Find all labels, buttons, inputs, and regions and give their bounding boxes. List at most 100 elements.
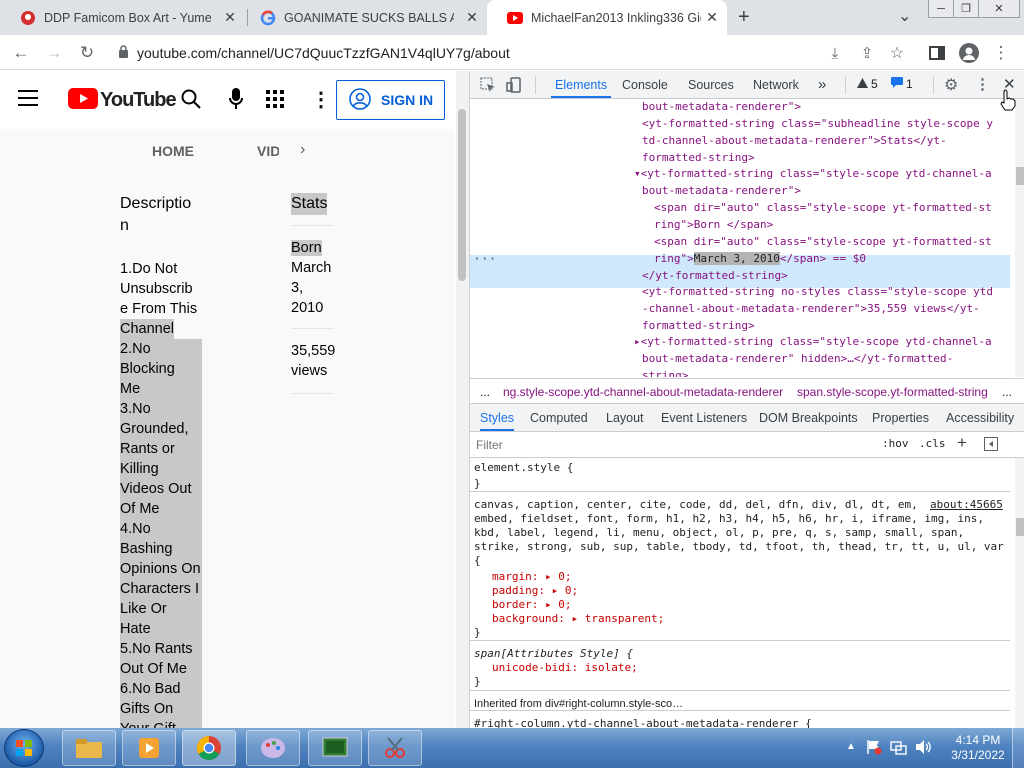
microphone-icon[interactable]: [229, 88, 243, 113]
subtab-properties[interactable]: Properties: [872, 404, 929, 432]
styles-scrollbar[interactable]: [1015, 458, 1024, 728]
messages-counter[interactable]: 1: [891, 77, 913, 91]
file-explorer-taskbar-icon[interactable]: [62, 730, 116, 766]
dom-line[interactable]: -channel-about-metadata-renderer">35,559…: [642, 301, 980, 318]
dom-line[interactable]: td-channel-about-metadata-renderer">Stat…: [642, 133, 947, 150]
tab-search-chevron-icon[interactable]: ⌄: [898, 6, 911, 26]
terminal-taskbar-icon[interactable]: [308, 730, 362, 766]
maximize-window-button[interactable]: ❐: [953, 0, 979, 18]
subtab-event-listeners[interactable]: Event Listeners: [661, 404, 747, 432]
search-icon[interactable]: [181, 89, 201, 112]
show-hidden-icons-chevron-icon[interactable]: ▲: [846, 741, 856, 752]
devtools-tab-console[interactable]: Console: [622, 71, 668, 99]
chrome-taskbar-icon[interactable]: [182, 730, 236, 766]
paint-taskbar-icon[interactable]: [246, 730, 300, 766]
reload-icon[interactable]: ↻: [76, 42, 98, 64]
more-tabs-chevron-icon[interactable]: »: [818, 71, 826, 99]
start-button[interactable]: [4, 729, 44, 767]
breadcrumb-item[interactable]: ng.style-scope.ytd-channel-about-metadat…: [503, 379, 783, 405]
hover-state-toggle[interactable]: :hov: [882, 436, 909, 453]
breadcrumb-ellipsis-left[interactable]: ...: [480, 379, 490, 405]
dom-line[interactable]: bout-metadata-renderer">: [642, 99, 801, 116]
subtab-dom-breakpoints[interactable]: DOM Breakpoints: [759, 404, 858, 432]
settings-gear-icon[interactable]: ⚙: [944, 75, 958, 95]
warnings-counter[interactable]: 5: [857, 77, 878, 91]
bookmark-star-icon[interactable]: ☆: [886, 42, 908, 64]
new-style-rule-icon[interactable]: +: [957, 433, 967, 453]
new-tab-button[interactable]: +: [738, 6, 750, 29]
dom-line[interactable]: bout-metadata-renderer" hidden>…</yt-for…: [642, 351, 953, 368]
toggle-sidebar-icon[interactable]: [984, 437, 998, 454]
more-options-icon[interactable]: ⋮: [311, 87, 331, 112]
show-desktop-button[interactable]: [1012, 728, 1024, 768]
back-arrow-icon[interactable]: ←: [10, 42, 32, 64]
dom-line[interactable]: <yt-formatted-string class="subheadline …: [642, 116, 993, 133]
profile-avatar-icon[interactable]: [958, 42, 980, 64]
class-toggle[interactable]: .cls: [919, 436, 946, 453]
tab-goanimate[interactable]: GOANIMATE SUCKS BALLS AND ✕: [240, 0, 487, 35]
subtab-layout[interactable]: Layout: [606, 404, 644, 432]
style-source-link[interactable]: about:45665: [930, 497, 1003, 514]
dom-line[interactable]: </yt-formatted-string>: [642, 268, 788, 285]
system-clock[interactable]: 4:14 PM 3/31/2022: [948, 733, 1008, 763]
styles-pane[interactable]: element.style {} canvas, caption, center,…: [470, 458, 1010, 728]
dom-line[interactable]: ring">March 3, 2010</span> == $0: [654, 251, 866, 268]
volume-speaker-icon[interactable]: [914, 739, 932, 758]
dom-line[interactable]: ▾<yt-formatted-string class="style-scope…: [634, 166, 992, 183]
devtools-menu-icon[interactable]: ⋮: [975, 75, 990, 93]
close-tab-icon[interactable]: ✕: [223, 10, 237, 24]
dom-line[interactable]: <yt-formatted-string no-styles class="st…: [642, 284, 993, 301]
tab-ddp-famicom[interactable]: DDP Famicom Box Art - Yume Kō ✕: [0, 0, 245, 35]
youtube-scrollbar[interactable]: [456, 71, 469, 728]
breadcrumb-ellipsis-right[interactable]: ...: [1002, 379, 1012, 405]
minimize-window-button[interactable]: ─: [928, 0, 954, 18]
devtools-tab-elements[interactable]: Elements: [551, 71, 612, 98]
side-panel-icon[interactable]: [926, 42, 948, 64]
hamburger-menu-icon[interactable]: [18, 90, 38, 109]
media-player-taskbar-icon[interactable]: [122, 730, 176, 766]
scrollbar-thumb[interactable]: [458, 109, 466, 281]
view-count-line: 35,559: [291, 343, 336, 359]
scrollbar-thumb[interactable]: [1016, 167, 1024, 185]
browser-menu-icon[interactable]: ⋮: [990, 42, 1012, 64]
close-tab-icon[interactable]: ✕: [465, 10, 479, 24]
snipping-tool-taskbar-icon[interactable]: [368, 730, 422, 766]
tab-home[interactable]: HOME: [152, 143, 194, 159]
scrollbar-thumb[interactable]: [1016, 518, 1024, 536]
devtools-tab-sources[interactable]: Sources: [688, 71, 734, 99]
action-center-flag-icon[interactable]: [866, 739, 882, 758]
dom-line[interactable]: string>: [642, 368, 688, 377]
share-icon[interactable]: ⇪: [856, 42, 878, 64]
dom-line[interactable]: <span dir="auto" class="style-scope yt-f…: [654, 200, 992, 217]
close-tab-icon[interactable]: ✕: [705, 10, 719, 24]
dom-line[interactable]: bout-metadata-renderer">: [642, 183, 801, 200]
dom-line[interactable]: ring">Born </span>: [654, 217, 773, 234]
dom-tree[interactable]: ··· bout-metadata-renderer"> <yt-formatte…: [470, 99, 1024, 377]
address-bar[interactable]: youtube.com/channel/UC7dQuucTzzfGAN1V4ql…: [110, 40, 920, 66]
breadcrumb-item-current[interactable]: span.style-scope.yt-formatted-string: [797, 379, 988, 405]
apps-grid-icon[interactable]: [266, 90, 284, 111]
styles-filter-input[interactable]: [476, 436, 856, 454]
subtab-accessibility[interactable]: Accessibility: [946, 404, 1014, 432]
dom-line[interactable]: formatted-string>: [642, 150, 755, 167]
chevron-right-icon[interactable]: ›: [300, 141, 305, 159]
tab-videos[interactable]: VID: [257, 143, 279, 159]
youtube-favicon-icon: [507, 10, 523, 26]
dom-line[interactable]: formatted-string>: [642, 318, 755, 335]
forward-arrow-icon[interactable]: →: [43, 42, 65, 64]
dom-line[interactable]: <span dir="auto" class="style-scope yt-f…: [654, 234, 992, 251]
youtube-logo[interactable]: YouTube: [68, 88, 177, 112]
device-toolbar-icon[interactable]: [506, 77, 522, 96]
tab-youtube-active[interactable]: MichaelFan2013 Inkling336 Gigg ✕: [487, 0, 727, 35]
dom-scrollbar[interactable]: [1015, 99, 1024, 377]
install-app-icon[interactable]: ⤓: [824, 42, 846, 64]
devtools-tab-network[interactable]: Network: [753, 71, 799, 99]
inspect-element-icon[interactable]: [480, 77, 496, 96]
network-icon[interactable]: [890, 739, 908, 758]
dom-line[interactable]: ▸<yt-formatted-string class="style-scope…: [634, 334, 992, 351]
close-window-button[interactable]: ✕: [978, 0, 1020, 18]
sign-in-button[interactable]: SIGN IN: [336, 80, 445, 120]
subtab-styles[interactable]: Styles: [480, 404, 515, 431]
subtab-computed[interactable]: Computed: [530, 404, 588, 432]
node-actions-ellipsis[interactable]: ···: [473, 252, 496, 269]
